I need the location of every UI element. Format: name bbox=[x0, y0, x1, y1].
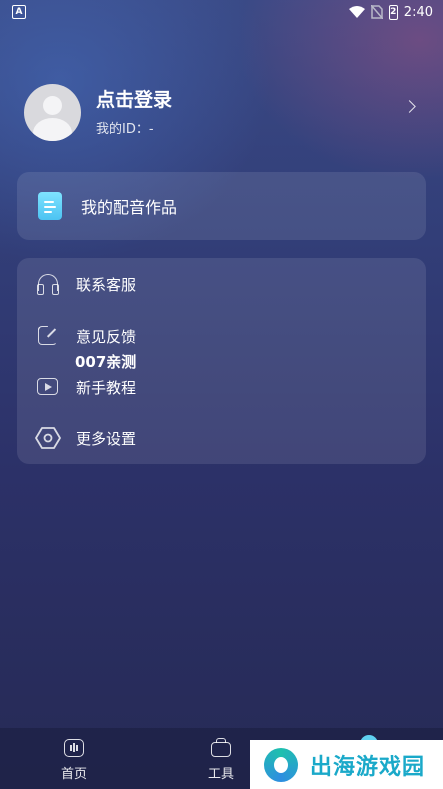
menu-item-feedback[interactable]: 意见反馈 bbox=[35, 323, 136, 349]
watermark-logo-icon bbox=[264, 747, 298, 782]
status-time: 2:40 bbox=[403, 4, 433, 20]
voice-home-icon bbox=[63, 738, 85, 758]
tab-label: 工具 bbox=[207, 767, 234, 782]
menu-item-label: 新手教程 bbox=[76, 378, 137, 397]
menu-item-label: 联系客服 bbox=[76, 275, 137, 294]
wifi-icon bbox=[348, 5, 365, 18]
avatar-shoulders-shape bbox=[33, 117, 72, 141]
tab-label: 首页 bbox=[60, 767, 87, 782]
menu-item-tutorial[interactable]: 新手教程 bbox=[35, 374, 136, 400]
avatar[interactable] bbox=[24, 83, 81, 141]
menu-item-label: 意见反馈 bbox=[76, 327, 137, 346]
no-sim-icon bbox=[370, 5, 383, 19]
my-dubbing-works-card[interactable]: 我的配音作品 bbox=[17, 172, 426, 240]
menu-item-label: 更多设置 bbox=[76, 429, 137, 448]
login-label[interactable]: 点击登录 bbox=[96, 88, 172, 112]
toolbox-icon bbox=[210, 738, 232, 758]
profile-text: 点击登录 我的ID：- bbox=[96, 88, 172, 137]
document-icon bbox=[38, 192, 62, 220]
status-left: A bbox=[12, 5, 26, 19]
user-id-label: 我的ID：- bbox=[96, 121, 154, 137]
status-bar: A 2 2:40 bbox=[0, 0, 443, 24]
battery-icon: 2 bbox=[388, 4, 398, 20]
edit-icon bbox=[35, 323, 61, 349]
status-right: 2 2:40 bbox=[348, 4, 433, 20]
overlay-text: 007亲测 bbox=[75, 353, 137, 371]
tab-home[interactable]: 首页 bbox=[44, 738, 104, 782]
settings-icon bbox=[35, 425, 61, 451]
menu-item-customer-service[interactable]: 联系客服 bbox=[35, 271, 136, 297]
menu-item-more-settings[interactable]: 更多设置 bbox=[35, 425, 136, 451]
notification-a-icon: A bbox=[12, 5, 26, 19]
works-label: 我的配音作品 bbox=[81, 198, 178, 217]
watermark-text: 出海游戏园 bbox=[310, 754, 426, 780]
chevron-right-icon[interactable] bbox=[403, 100, 416, 113]
profile-header[interactable]: 点击登录 我的ID：- bbox=[24, 82, 424, 142]
watermark-overlay: 出海游戏园 bbox=[250, 740, 443, 789]
headset-icon bbox=[35, 271, 61, 297]
tab-tools[interactable]: 工具 bbox=[191, 738, 251, 782]
play-icon bbox=[35, 374, 61, 400]
avatar-head-shape bbox=[43, 95, 62, 115]
